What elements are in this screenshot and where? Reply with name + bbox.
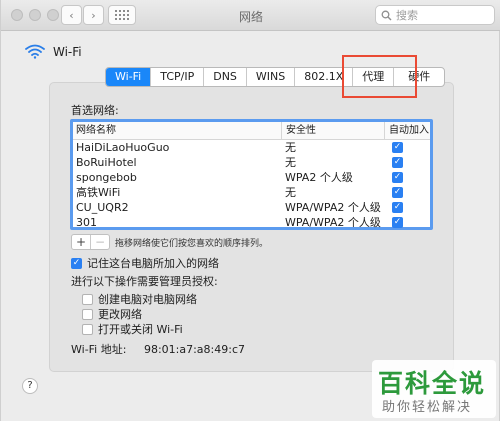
- drag-hint: 拖移网络使它们按您喜欢的顺序排列。: [115, 239, 269, 249]
- watermark-title: 百科全说: [378, 369, 487, 398]
- table-row[interactable]: BoRuiHotel 无 ✓: [73, 155, 430, 170]
- network-name: 301: [76, 216, 97, 229]
- table-row[interactable]: CU_UQR2 WPA/WPA2 个人级 ✓: [73, 200, 430, 215]
- change-network-label: 更改网络: [98, 308, 142, 321]
- toggle-wifi-checkbox[interactable]: [82, 323, 93, 335]
- search-icon: [381, 10, 392, 20]
- tab-tcpip[interactable]: TCP/IP: [150, 68, 203, 86]
- table-row[interactable]: 高铁WiFi 无 ✓: [73, 185, 430, 200]
- create-network-checkbox[interactable]: [82, 293, 93, 305]
- preferred-networks-heading: 首选网络:: [71, 104, 119, 117]
- highlight-box: [342, 55, 417, 98]
- network-name: CU_UQR2: [76, 201, 129, 214]
- admin-option-toggle-wifi[interactable]: 打开或关闭 Wi-Fi: [82, 321, 183, 337]
- network-security: WPA2 个人级: [285, 171, 353, 184]
- network-name: 高铁WiFi: [76, 186, 121, 199]
- wifi-address-value: 98:01:a7:a8:49:c7: [143, 343, 245, 356]
- network-security: 无: [285, 186, 296, 199]
- wifi-icon: [25, 44, 45, 59]
- preferred-networks-table[interactable]: 网络名称 安全性 自动加入 HaiDiLaoHuoGuo 无 ✓ BoRuiHo…: [70, 119, 433, 230]
- add-network-button[interactable]: +: [72, 235, 90, 249]
- search-field[interactable]: 搜索: [375, 5, 495, 25]
- watermark-subtitle: 助你轻松解决: [382, 400, 473, 415]
- auto-join-checkbox[interactable]: ✓: [392, 142, 403, 153]
- auto-join-checkbox[interactable]: ✓: [392, 202, 403, 213]
- network-name: HaiDiLaoHuoGuo: [76, 141, 170, 154]
- network-security: 无: [285, 141, 296, 154]
- search-placeholder: 搜索: [396, 9, 418, 22]
- tab-dns[interactable]: DNS: [203, 68, 246, 86]
- network-name: spongebob: [76, 171, 137, 184]
- column-security[interactable]: 安全性: [281, 122, 384, 139]
- tab-wins[interactable]: WINS: [245, 68, 294, 86]
- admin-option-create-network[interactable]: 创建电脑对电脑网络: [82, 291, 197, 307]
- watermark-logo: 百科全说 助你轻松解决: [372, 360, 496, 418]
- table-row[interactable]: 301 WPA/WPA2 个人级 ✓: [73, 215, 430, 230]
- wifi-address-label: Wi-Fi 地址:: [71, 343, 127, 356]
- network-name: BoRuiHotel: [76, 156, 137, 169]
- toggle-wifi-label: 打开或关闭 Wi-Fi: [98, 323, 183, 336]
- change-network-checkbox[interactable]: [82, 308, 93, 320]
- auto-join-checkbox[interactable]: ✓: [392, 187, 403, 198]
- remember-networks-option[interactable]: ✓ 记住这台电脑所加入的网络: [71, 255, 219, 271]
- table-row[interactable]: spongebob WPA2 个人级 ✓: [73, 170, 430, 185]
- remove-network-button[interactable]: −: [90, 235, 109, 249]
- auto-join-checkbox[interactable]: ✓: [392, 172, 403, 183]
- wifi-header: Wi-Fi: [25, 44, 82, 59]
- admin-heading: 进行以下操作需要管理员授权:: [71, 275, 218, 288]
- tab-wifi[interactable]: Wi-Fi: [106, 68, 151, 86]
- create-network-label: 创建电脑对电脑网络: [98, 293, 197, 306]
- table-row[interactable]: HaiDiLaoHuoGuo 无 ✓: [73, 140, 430, 155]
- remember-networks-label: 记住这台电脑所加入的网络: [87, 257, 219, 270]
- wifi-address: Wi-Fi 地址: 98:01:a7:a8:49:c7: [71, 341, 245, 357]
- network-security: WPA/WPA2 个人级: [285, 201, 381, 214]
- table-header: 网络名称 安全性 自动加入: [73, 122, 430, 140]
- column-network-name[interactable]: 网络名称: [73, 122, 281, 139]
- auto-join-checkbox[interactable]: ✓: [392, 157, 403, 168]
- title-bar: ‹ › 网络 搜索: [1, 0, 500, 31]
- wifi-label: Wi-Fi: [53, 44, 82, 59]
- add-remove-control: + −: [71, 234, 110, 250]
- network-security: 无: [285, 156, 296, 169]
- auto-join-checkbox[interactable]: ✓: [392, 217, 403, 228]
- help-button[interactable]: ?: [22, 378, 38, 394]
- network-window: ‹ › 网络 搜索 Wi-Fi Wi-Fi TCP/IP DNS WINS 80…: [0, 0, 500, 421]
- remember-networks-checkbox[interactable]: ✓: [71, 257, 82, 269]
- network-security: WPA/WPA2 个人级: [285, 216, 381, 229]
- column-auto-join[interactable]: 自动加入: [384, 122, 430, 139]
- admin-option-change-network[interactable]: 更改网络: [82, 306, 142, 322]
